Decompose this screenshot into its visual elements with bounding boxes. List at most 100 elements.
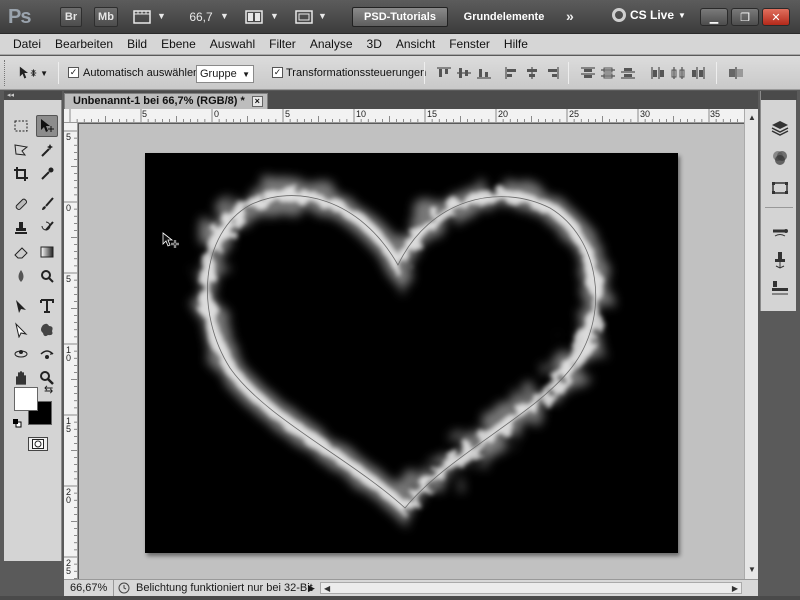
ruler-label: 2 0 bbox=[66, 487, 72, 505]
spot-healing-brush-tool[interactable] bbox=[10, 193, 32, 215]
workspace-grundelemente-button[interactable]: Grundelemente bbox=[454, 7, 554, 27]
chevron-down-icon[interactable]: ▼ bbox=[220, 11, 229, 21]
transform-controls-checkbox[interactable]: ✓ bbox=[272, 67, 283, 78]
distribute-right-icon[interactable] bbox=[690, 66, 706, 80]
zoom-status-field[interactable]: 66,67% bbox=[64, 580, 114, 596]
tool-presets-icon[interactable] bbox=[769, 277, 791, 299]
vertical-scrollbar[interactable]: ▲ ▼ bbox=[744, 109, 758, 579]
workspace-psd-tutorials-button[interactable]: PSD-Tutorials bbox=[352, 7, 448, 27]
layers-panel-icon[interactable] bbox=[769, 117, 791, 139]
menu-ansicht[interactable]: Ansicht bbox=[389, 37, 442, 51]
align-left-icon[interactable] bbox=[504, 66, 520, 80]
align-right-icon[interactable] bbox=[544, 66, 560, 80]
restore-button[interactable]: ❐ bbox=[731, 8, 759, 26]
arrange-documents-icon[interactable] bbox=[242, 6, 266, 28]
brush-presets-icon[interactable] bbox=[769, 221, 791, 243]
3d-rotate-tool[interactable] bbox=[10, 343, 32, 365]
chevron-down-icon[interactable]: ▼ bbox=[270, 11, 279, 21]
polygonal-lasso-tool[interactable] bbox=[10, 139, 32, 161]
blur-tool[interactable] bbox=[10, 265, 32, 287]
horizontal-scrollbar[interactable]: ◀ ▶ bbox=[320, 582, 742, 594]
eraser-tool[interactable] bbox=[10, 241, 32, 263]
status-menu-arrow-icon[interactable]: ▶ bbox=[308, 583, 315, 594]
distribute-horizontal-center-icon[interactable] bbox=[670, 66, 686, 80]
move-tool[interactable] bbox=[36, 115, 58, 137]
distribute-top-icon[interactable] bbox=[580, 66, 596, 80]
menu-datei[interactable]: Datei bbox=[6, 37, 48, 51]
3d-orbit-icon bbox=[40, 350, 54, 359]
menu-bild[interactable]: Bild bbox=[120, 37, 154, 51]
foreground-color-swatch[interactable] bbox=[14, 387, 38, 411]
distribute-vertical-center-icon[interactable] bbox=[600, 66, 616, 80]
distribute-left-icon[interactable] bbox=[650, 66, 666, 80]
magic-wand-tool[interactable] bbox=[36, 139, 58, 161]
default-colors-icon[interactable] bbox=[12, 417, 22, 428]
custom-shape-tool[interactable] bbox=[36, 319, 58, 341]
clone-source-icon[interactable] bbox=[769, 249, 791, 271]
menu-fenster[interactable]: Fenster bbox=[442, 37, 497, 51]
direct-selection-tool[interactable] bbox=[10, 319, 32, 341]
minimize-button[interactable]: ▁ bbox=[700, 8, 728, 26]
crop-icon bbox=[14, 167, 28, 181]
chevron-down-icon[interactable]: ▼ bbox=[318, 11, 327, 21]
scroll-left-icon[interactable]: ◀ bbox=[324, 584, 330, 593]
scroll-right-icon[interactable]: ▶ bbox=[732, 584, 738, 593]
close-window-button[interactable]: ✕ bbox=[762, 8, 790, 26]
menu-filter[interactable]: Filter bbox=[262, 37, 303, 51]
document-canvas[interactable] bbox=[145, 153, 678, 553]
swap-colors-icon[interactable]: ⇆ bbox=[44, 383, 53, 396]
dodge-tool[interactable] bbox=[36, 265, 58, 287]
scroll-up-icon[interactable]: ▲ bbox=[748, 113, 756, 122]
gradient-tool[interactable] bbox=[36, 241, 58, 263]
cs-live-icon bbox=[612, 8, 626, 22]
zoom-level-field[interactable]: 66,7 bbox=[180, 7, 222, 27]
align-bottom-icon[interactable] bbox=[476, 66, 492, 80]
application-bar: Ps Br Mb ▼ 66,7 ▼ ▼ ▼ PSD-Tutorials Grun… bbox=[0, 0, 800, 34]
cs-live-button[interactable]: CS Live ▼ bbox=[612, 8, 686, 22]
mini-bridge-button[interactable]: Mb bbox=[94, 7, 118, 27]
auto-select-dropdown[interactable]: Gruppe ▼ bbox=[196, 65, 254, 83]
status-bar: 66,67% Belichtung funktioniert nur bei 3… bbox=[64, 579, 758, 596]
auto-align-layers-icon[interactable] bbox=[728, 66, 744, 80]
screen-mode-icon[interactable] bbox=[292, 6, 316, 28]
document-tab[interactable]: Unbenannt-1 bei 66,7% (RGB/8) * × bbox=[64, 93, 268, 109]
status-info-icon[interactable] bbox=[118, 582, 130, 597]
eyedropper-tool[interactable] bbox=[36, 163, 58, 185]
view-extras-icon[interactable] bbox=[130, 6, 154, 28]
type-tool[interactable] bbox=[36, 295, 58, 317]
menu-bearbeiten[interactable]: Bearbeiten bbox=[48, 37, 120, 51]
more-workspaces-button[interactable]: » bbox=[566, 8, 574, 24]
options-grip[interactable] bbox=[4, 60, 7, 86]
channels-panel-icon[interactable] bbox=[769, 147, 791, 169]
chevron-down-icon[interactable]: ▼ bbox=[157, 11, 166, 21]
history-brush-tool[interactable] bbox=[36, 217, 58, 239]
rectangular-marquee-tool[interactable] bbox=[10, 115, 32, 137]
bridge-button[interactable]: Br bbox=[60, 7, 82, 27]
menu-hilfe[interactable]: Hilfe bbox=[497, 37, 535, 51]
menu-ebene[interactable]: Ebene bbox=[154, 37, 203, 51]
hand-icon bbox=[16, 371, 26, 385]
paths-panel-icon[interactable] bbox=[769, 177, 791, 199]
quick-mask-button[interactable] bbox=[28, 437, 48, 451]
vertical-ruler[interactable]: 5 0 5 1 0 1 5 2 0 2 5 bbox=[64, 123, 78, 579]
clone-stamp-tool[interactable] bbox=[10, 217, 32, 239]
align-horizontal-center-icon[interactable] bbox=[524, 66, 540, 80]
menu-auswahl[interactable]: Auswahl bbox=[203, 37, 262, 51]
close-document-button[interactable]: × bbox=[251, 96, 263, 107]
3d-orbit-tool[interactable] bbox=[36, 343, 58, 365]
tool-preset-picker[interactable]: ▼ bbox=[18, 64, 48, 82]
align-top-icon[interactable] bbox=[436, 66, 452, 80]
scroll-down-icon[interactable]: ▼ bbox=[748, 565, 756, 574]
menu-3d[interactable]: 3D bbox=[360, 37, 389, 51]
auto-select-checkbox[interactable]: ✓ bbox=[68, 67, 79, 78]
menu-analyse[interactable]: Analyse bbox=[303, 37, 360, 51]
hand-tool[interactable] bbox=[10, 367, 32, 389]
tools-panel-header[interactable]: ◂◂ bbox=[4, 91, 62, 100]
distribute-bottom-icon[interactable] bbox=[620, 66, 636, 80]
path-selection-tool[interactable] bbox=[10, 295, 32, 317]
brush-tool[interactable] bbox=[36, 193, 58, 215]
panel-dock-header[interactable] bbox=[761, 91, 797, 100]
crop-tool[interactable] bbox=[10, 163, 32, 185]
horizontal-ruler[interactable]: 5 0 5 10 15 20 25 30 35 bbox=[64, 109, 744, 123]
align-vertical-center-icon[interactable] bbox=[456, 66, 472, 80]
